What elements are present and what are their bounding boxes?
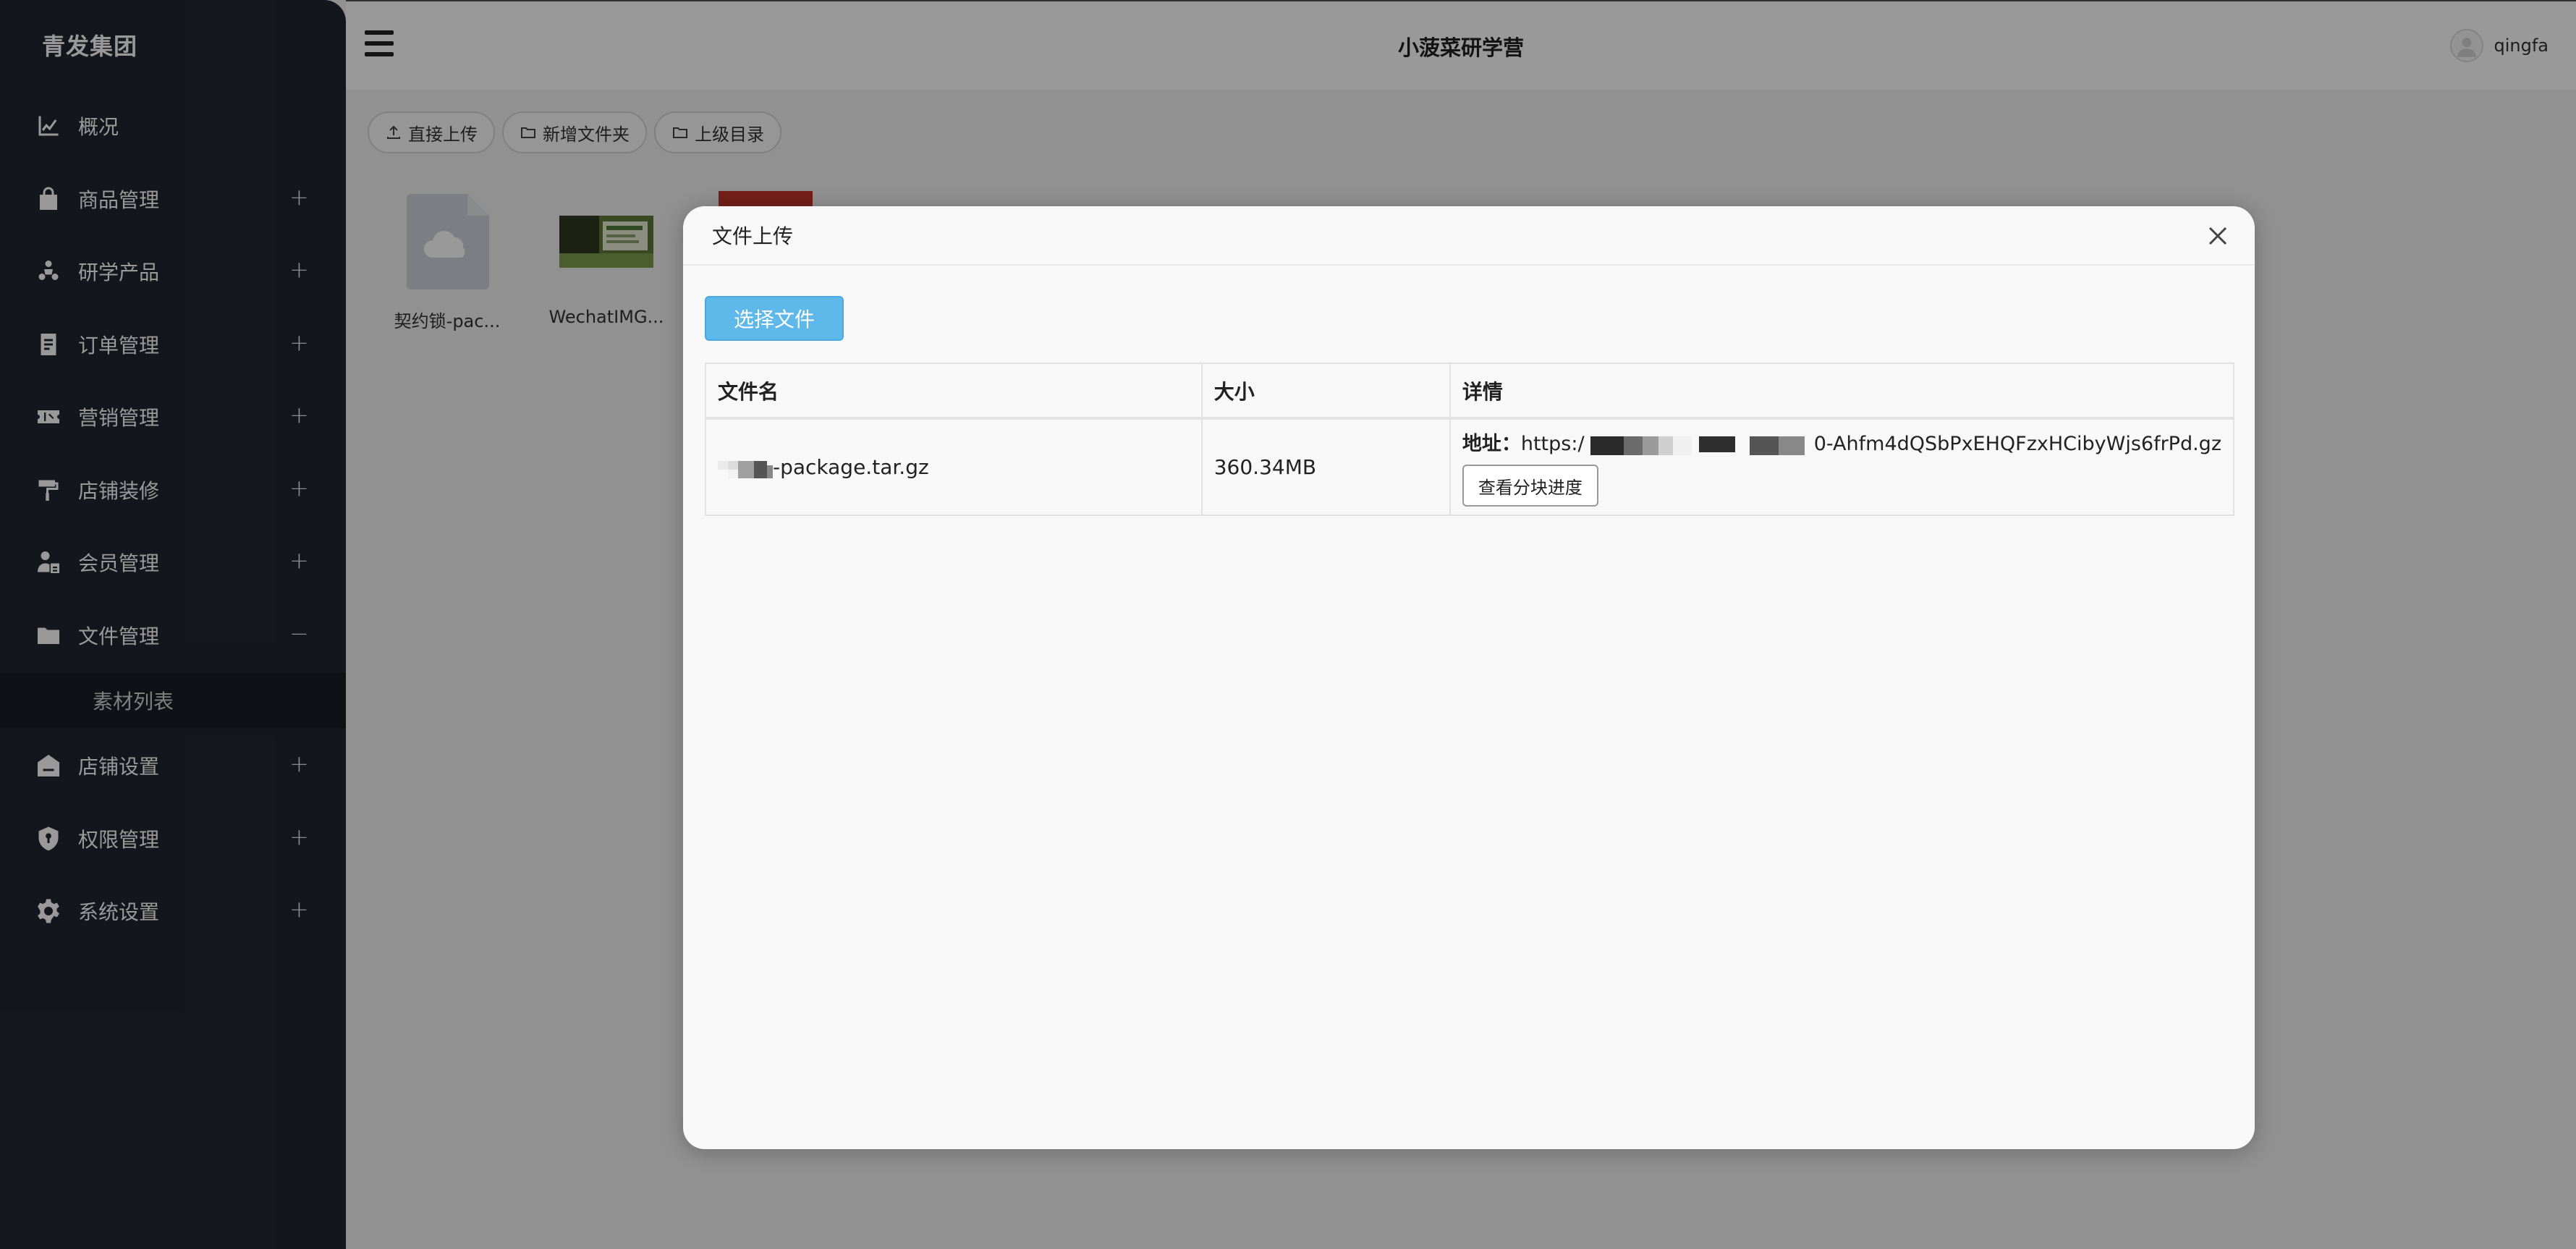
filename-cell: -package.tar.gz: [705, 418, 1203, 516]
table-header-row: 文件名 大小 详情: [705, 363, 2235, 420]
column-header-size: 大小: [1200, 363, 1451, 420]
size-cell: 360.34MB: [1200, 418, 1451, 516]
close-icon[interactable]: [2206, 224, 2230, 248]
view-chunk-progress-button[interactable]: 查看分块进度: [1462, 465, 1598, 507]
upload-address: 地址：https:/ 0-Ahfm4dQSbPxEHQFzxHCibyWjs6f…: [1462, 433, 2221, 455]
column-header-detail: 详情: [1449, 363, 2235, 420]
detail-cell: 地址：https:/ 0-Ahfm4dQSbPxEHQFzxHCibyWjs6f…: [1449, 418, 2235, 516]
select-file-button[interactable]: 选择文件: [705, 296, 844, 341]
dialog-header: 文件上传: [683, 206, 2255, 266]
redacted-pixels: [1590, 436, 1808, 455]
file-upload-dialog: 文件上传 选择文件 文件名 大小 详情 -package.tar.gz 360.…: [683, 206, 2255, 1149]
upload-file-table: 文件名 大小 详情 -package.tar.gz 360.34MB 地址：ht…: [705, 363, 2235, 516]
dialog-title: 文件上传: [712, 224, 794, 248]
table-row: -package.tar.gz 360.34MB 地址：https:/ 0-Ah…: [705, 418, 2235, 516]
column-header-filename: 文件名: [705, 363, 1203, 420]
redacted-pixels: [718, 460, 773, 478]
